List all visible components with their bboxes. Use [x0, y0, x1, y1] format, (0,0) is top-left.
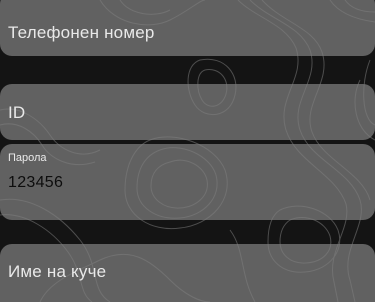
id-field[interactable]: ID — [0, 84, 375, 140]
phone-number-placeholder: Телефонен номер — [8, 23, 155, 42]
password-field[interactable]: Парола 123456 — [0, 144, 375, 220]
dog-name-placeholder: Име на куче — [8, 262, 107, 281]
password-value: 123456 — [8, 174, 64, 191]
id-placeholder: ID — [8, 103, 26, 122]
phone-number-field[interactable]: Телефонен номер — [0, 0, 375, 56]
dog-name-field[interactable]: Име на куче — [0, 244, 375, 302]
password-label: Парола — [8, 152, 47, 164]
registration-form-screen: Телефонен номер ID Парола 123456 Име на … — [0, 0, 375, 302]
